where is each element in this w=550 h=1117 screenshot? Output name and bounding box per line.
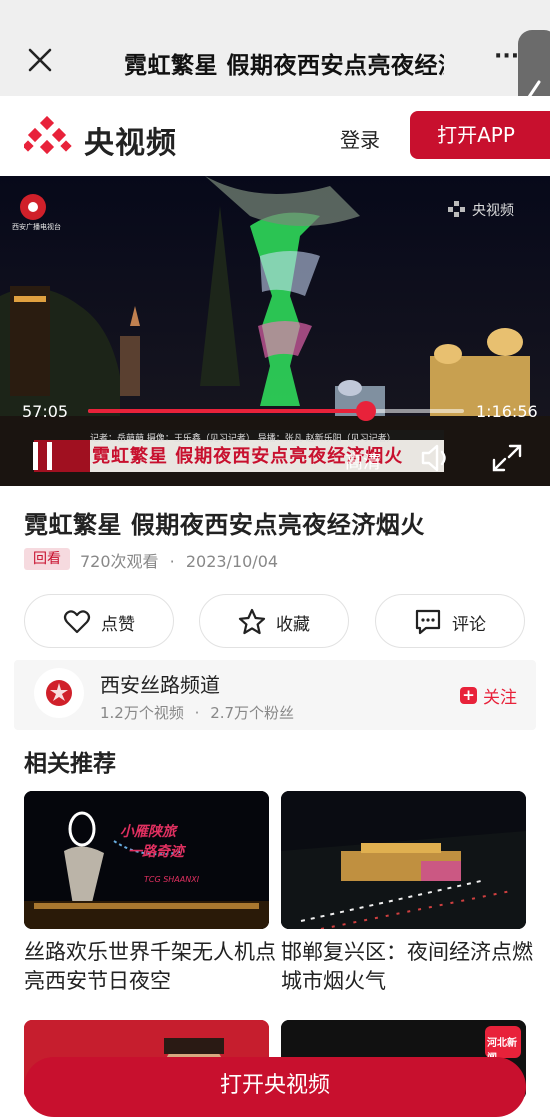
quality-selector[interactable]: 高清: [345, 448, 381, 474]
station-label: 西安广播电视台: [12, 223, 61, 231]
fullscreen-icon[interactable]: [490, 442, 524, 474]
heart-icon: [63, 608, 91, 636]
watermark-logo-icon: [446, 200, 468, 218]
watermark-text: 央视频: [472, 203, 514, 219]
related-heading: 相关推荐: [24, 751, 116, 777]
channel-avatar[interactable]: [34, 668, 84, 718]
publish-date: 2023/10/04: [185, 552, 279, 571]
related-thumbnail[interactable]: [281, 791, 526, 929]
replay-badge: 回看: [24, 548, 70, 570]
login-link[interactable]: 登录: [340, 124, 380, 153]
follow-button[interactable]: 关注: [483, 683, 517, 708]
comment-icon: [414, 608, 442, 636]
channel-stats: 1.2万个视频 · 2.7万个粉丝: [100, 702, 294, 723]
thumbnail-overlay-text: 小雁陕旅: [120, 824, 176, 840]
like-label: 点赞: [101, 615, 135, 635]
open-app-button[interactable]: 打开APP: [410, 111, 550, 159]
plus-icon[interactable]: +: [460, 687, 477, 704]
favorite-button[interactable]: 收藏: [199, 594, 349, 648]
favorite-label: 收藏: [276, 615, 310, 635]
related-title[interactable]: 邯郸复兴区：夜间经济点燃城市烟火气: [281, 938, 533, 996]
comment-label: 评论: [452, 615, 486, 635]
video-player[interactable]: 西安广播电视台 央视频 57:05 1:16:56 记者：岳萌萌 摄像：王乐鑫（…: [0, 176, 550, 486]
like-button[interactable]: 点赞: [24, 594, 174, 648]
close-icon[interactable]: [22, 42, 58, 78]
more-icon[interactable]: ···: [494, 46, 520, 72]
duration: 1:16:56: [476, 402, 538, 421]
channel-video-count: 1.2万个视频: [100, 704, 184, 722]
pause-icon[interactable]: [30, 440, 56, 472]
volume-icon[interactable]: [420, 442, 454, 474]
cctv-logo-icon: [22, 115, 72, 156]
related-thumbnail[interactable]: 小雁陕旅 一路奇迹 TCG SHAANXI: [24, 791, 269, 929]
open-cctv-app-button[interactable]: 打开央视频: [24, 1057, 526, 1117]
channel-fan-count: 2.7万个粉丝: [210, 704, 295, 722]
meta-separator: ·: [169, 552, 175, 571]
video-meta: 720次观看 · 2023/10/04: [80, 548, 278, 572]
comment-button[interactable]: 评论: [375, 594, 525, 648]
page-title: 霓虹繁星 假期夜西安点亮夜经济烟火: [124, 53, 444, 79]
view-count: 720次观看: [80, 552, 159, 571]
brand-name: 央视频: [84, 126, 177, 161]
thumbnail-overlay-text: TCG SHAANXI: [144, 875, 200, 884]
video-title: 霓虹繁星 假期夜西安点亮夜经济烟火: [24, 511, 425, 539]
related-title[interactable]: 丝路欢乐世界千架无人机点亮西安节日夜空: [24, 938, 276, 996]
current-time: 57:05: [22, 402, 69, 421]
stats-separator: ·: [194, 704, 200, 722]
progress-fill: [88, 409, 367, 413]
thumbnail-overlay-text: 一路奇迹: [128, 844, 184, 860]
star-icon: [238, 608, 266, 636]
channel-name[interactable]: 西安丝路频道: [100, 669, 220, 698]
